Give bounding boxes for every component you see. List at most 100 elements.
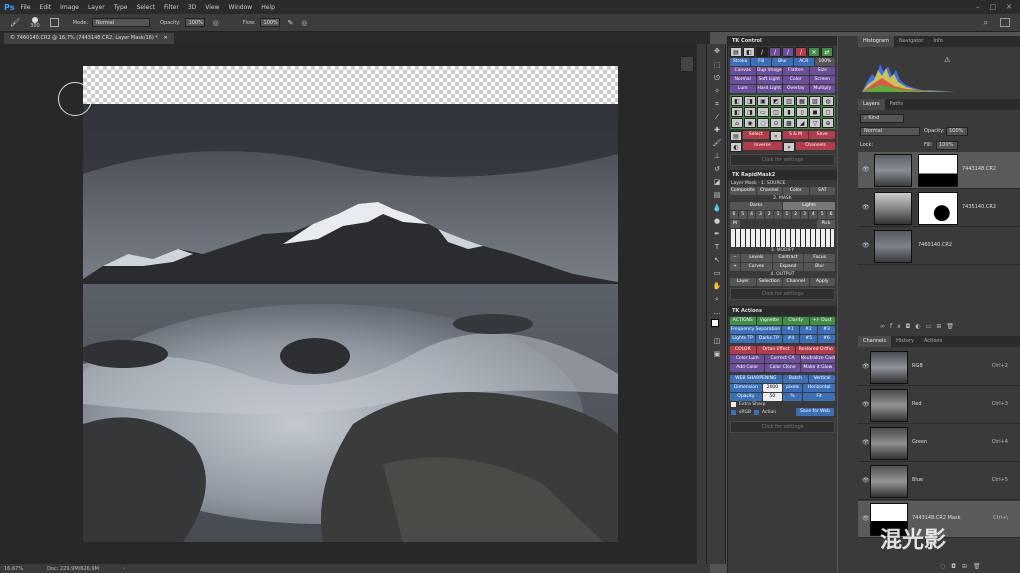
s-and-m-button[interactable]: S & M [782, 131, 809, 139]
tk-tool-14-icon[interactable]: ▯ [796, 107, 808, 117]
brush-preset-picker[interactable]: 300 [30, 16, 40, 29]
inverse-icon[interactable]: ◐ [730, 142, 742, 152]
tab-channels[interactable]: Channels [858, 336, 892, 347]
channel-row[interactable]: 👁 Red Ctrl+3 [858, 387, 1020, 424]
neutralize-cast-button[interactable]: Neutralize Cast [800, 355, 835, 363]
tk-control-settings[interactable]: Click for settings [730, 154, 835, 166]
search-icon[interactable]: ⌕ [984, 18, 988, 28]
web-opacity-input[interactable]: 50 [762, 393, 782, 401]
batch-button[interactable]: Batch [782, 375, 809, 383]
adjustment-icon[interactable]: ◐ [915, 323, 925, 330]
horizontal-button[interactable]: Horizontal [803, 384, 835, 392]
tk-tool-18-icon[interactable]: ◉ [744, 118, 756, 128]
healing-brush-tool-icon[interactable]: ✚ [711, 125, 723, 135]
mask-light-5[interactable]: 5 [818, 211, 827, 219]
save-for-web-button[interactable]: Save for Web [796, 408, 834, 416]
brush-tool-icon[interactable]: 🖌 [10, 18, 20, 27]
menu-edit[interactable]: Edit [40, 4, 52, 11]
fx-icon[interactable]: fx [890, 323, 906, 330]
menu-window[interactable]: Window [229, 4, 253, 11]
brush-black-icon[interactable]: / [756, 47, 768, 57]
mask-light-2[interactable]: 2 [791, 211, 800, 219]
menu-type[interactable]: Type [114, 4, 128, 11]
brush-tool-icon[interactable]: 🖌 [711, 138, 723, 148]
menu-3d[interactable]: 3D [188, 4, 196, 11]
add-color-button[interactable]: Add Color [730, 364, 765, 372]
color-clone-button[interactable]: Color Clone [765, 364, 800, 372]
new-doc-icon[interactable]: ▤ [730, 47, 742, 57]
tk-tool-17-icon[interactable]: ⌂ [731, 118, 743, 128]
eye-icon[interactable]: 👁 [862, 242, 870, 249]
blur-tool-icon[interactable]: 💧 [711, 203, 723, 213]
tk-tool-6-icon[interactable]: ▦ [796, 96, 808, 106]
channel-row[interactable]: 👁 RGB Ctrl+2 [858, 349, 1020, 386]
action-checkbox[interactable] [754, 409, 760, 415]
more-tools-icon[interactable]: … [711, 307, 723, 317]
foreground-color-swatch[interactable] [711, 319, 719, 327]
move-tool-icon[interactable]: ✥ [711, 46, 723, 56]
tk-actions-header[interactable]: TK Actions [728, 306, 837, 316]
tab-paths[interactable]: Paths [885, 99, 909, 110]
screen-button[interactable]: Screen [809, 76, 835, 84]
color-lum-button[interactable]: Color Lum [730, 355, 765, 363]
mask-dark-6[interactable]: 6 [730, 211, 738, 219]
eye-icon[interactable]: 👁 [862, 439, 870, 446]
channel-row[interactable]: 👁 Blue Ctrl+5 [858, 463, 1020, 500]
tab-history[interactable]: History [891, 336, 919, 347]
size-button[interactable]: Size [809, 67, 835, 75]
save-selection-icon[interactable]: ◘ [951, 563, 962, 570]
document-image[interactable] [83, 104, 618, 542]
blur-modify-button[interactable]: Blur [804, 263, 836, 271]
darks-tab[interactable]: Darks [730, 202, 782, 210]
quick-mask-icon[interactable]: ◫ [711, 336, 723, 346]
navigator-toggle-icon[interactable] [680, 56, 694, 72]
layer-mask-thumbnail[interactable] [918, 192, 958, 225]
pen-tool-icon[interactable]: ✒ [711, 229, 723, 239]
maximize-icon[interactable]: □ [990, 3, 997, 11]
history-brush-tool-icon[interactable]: ↺ [711, 164, 723, 174]
color-button[interactable]: Color [783, 187, 809, 195]
eye-icon[interactable]: 👁 [862, 204, 870, 211]
action-1-button[interactable]: #1 [782, 326, 799, 334]
composite-button[interactable]: Composite [730, 187, 756, 195]
channel-button[interactable]: Channel [756, 187, 782, 195]
fill-input[interactable]: 100% [936, 141, 958, 150]
layer-row[interactable]: 👁 7443148.CR2 [858, 152, 1020, 189]
blend-mode-select[interactable]: Normal [860, 127, 920, 136]
color-blend-button[interactable]: Color [783, 76, 809, 84]
tk-tool-21-icon[interactable]: ▩ [783, 118, 795, 128]
gradient-tool-icon[interactable]: ▤ [711, 190, 723, 200]
lum-button[interactable]: Lum [730, 85, 756, 93]
srgb-checkbox[interactable] [731, 409, 736, 415]
eraser-tool-icon[interactable]: ◪ [711, 177, 723, 187]
delete-channel-icon[interactable]: 🗑 [973, 563, 987, 570]
layer-mask-thumbnail[interactable] [918, 154, 958, 187]
pick-button[interactable]: Pick [817, 220, 835, 228]
pressure-opacity-icon[interactable]: ◎ [213, 19, 219, 27]
make-it-glow-button[interactable]: Make it Glow [800, 364, 835, 372]
menu-help[interactable]: Help [261, 4, 275, 11]
close-icon[interactable]: ✕ [1006, 3, 1012, 11]
brush-purple-icon[interactable]: / [769, 47, 781, 57]
screen-mode-icon[interactable]: ▣ [711, 349, 723, 359]
pressure-size-icon[interactable]: ◎ [301, 19, 307, 27]
focus-button[interactable]: Focus [804, 254, 836, 262]
new-layer-icon[interactable]: ⊞ [936, 323, 946, 330]
dust-button[interactable]: +/- Dust [809, 317, 835, 325]
flatten-button[interactable]: Flatten [783, 67, 809, 75]
mask-dark-1[interactable]: 1 [774, 211, 782, 219]
vertical-button[interactable]: Vertical [809, 375, 835, 383]
swap-icon[interactable]: ⇄ [821, 47, 833, 57]
layer-copy-icon[interactable]: ◧ [743, 47, 755, 57]
dup-image-button[interactable]: Dup Image [756, 67, 782, 75]
layer-row[interactable]: 👁 7435140.CR2 [858, 190, 1020, 227]
tk-tool-16-icon[interactable]: ◻ [822, 107, 834, 117]
eye-icon[interactable]: 👁 [862, 477, 870, 484]
link-icon[interactable]: ∞ [880, 323, 890, 330]
tk-tool-19-icon[interactable]: ◌ [757, 118, 769, 128]
brush-green-icon[interactable]: ✕ [808, 47, 820, 57]
warning-icon[interactable]: ⚠ [944, 56, 950, 64]
stroke-button[interactable]: Stroke [730, 58, 751, 66]
inverse-button[interactable]: Inverse [743, 142, 782, 150]
tk-tool-15-icon[interactable]: ◼ [809, 107, 821, 117]
